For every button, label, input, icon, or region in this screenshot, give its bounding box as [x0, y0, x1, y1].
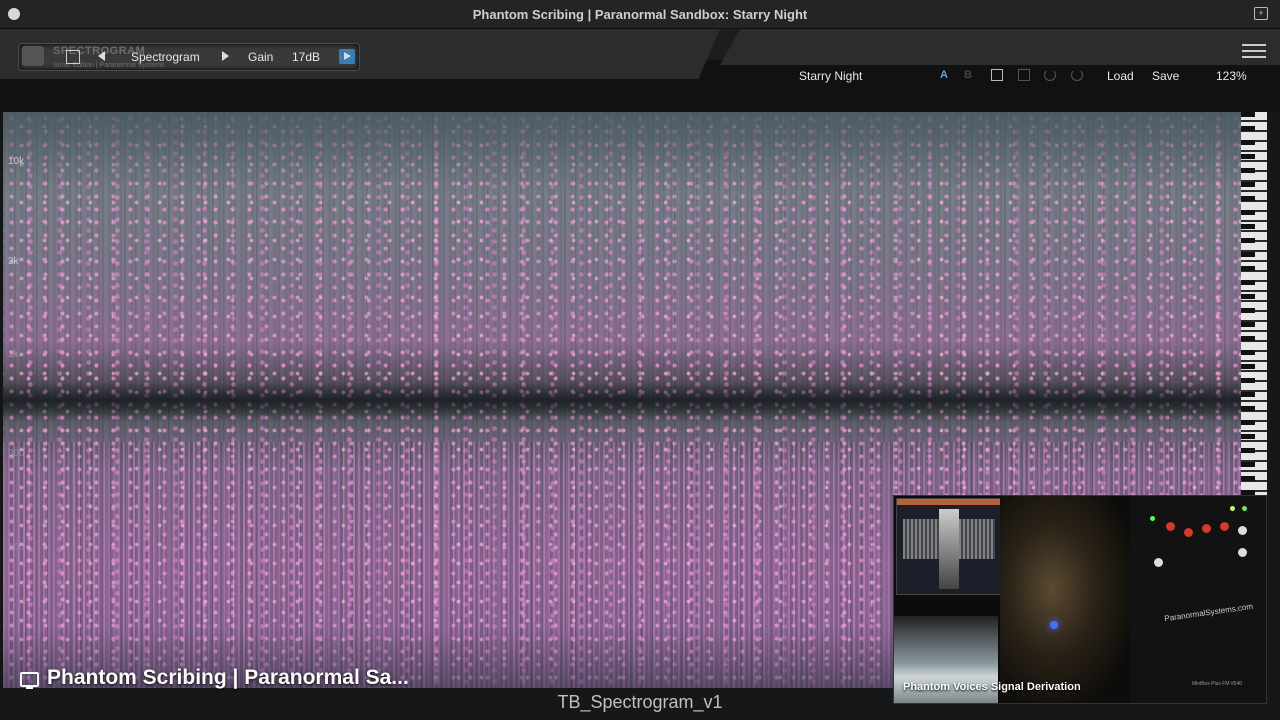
slot-a-button[interactable]: A: [940, 69, 948, 81]
stream-title: Phantom Scribing | Paranormal Sa...: [47, 666, 409, 689]
spectrogram-top-fade: [3, 112, 1241, 192]
pip-monitor: [896, 498, 1002, 595]
pip-knob-3: [1202, 524, 1211, 533]
pip-monitor-bar: [897, 499, 1001, 505]
slot-b-button[interactable]: B: [964, 69, 972, 81]
pip-blue-led: [1050, 621, 1058, 629]
pip-knob-2: [1184, 528, 1193, 537]
redo-icon[interactable]: [1071, 69, 1083, 81]
prev-view-button[interactable]: [98, 51, 105, 61]
save-button[interactable]: Save: [1152, 69, 1179, 83]
toolbar-right-band: [720, 29, 1280, 65]
freq-label-3k: 3k: [8, 256, 19, 267]
view-selector[interactable]: Spectrogram: [131, 50, 200, 64]
freq-label-100: 100: [8, 542, 25, 553]
window-title: Phantom Scribing | Paranormal Sandbox: S…: [472, 7, 808, 22]
spectrogram-dark-band: [3, 382, 1241, 422]
zoom-level[interactable]: 123%: [1216, 69, 1247, 83]
gain-label: Gain: [248, 50, 274, 64]
pip-room-view: [1000, 496, 1130, 703]
pip-led-1: [1150, 516, 1155, 521]
play-button[interactable]: [339, 49, 355, 64]
undo-icon[interactable]: [1044, 69, 1056, 81]
paste-icon[interactable]: [1018, 69, 1030, 81]
pip-device-brand: ParanormalSystems.com: [1163, 601, 1254, 624]
crop-icon[interactable]: [66, 50, 80, 64]
next-view-button[interactable]: [222, 51, 229, 61]
pip-device-model: MiniBox Plus FM #540: [1192, 681, 1243, 687]
camera-pip: ParanormalSystems.com MiniBox Plus FM #5…: [893, 495, 1267, 704]
preset-name[interactable]: Starry Night: [799, 69, 862, 83]
pip-monitor-meter: [939, 509, 959, 589]
screen-share-icon: [20, 672, 39, 689]
pip-device: ParanormalSystems.com MiniBox Plus FM #5…: [1130, 496, 1266, 703]
plugin-logo: [22, 46, 44, 66]
fullscreen-icon[interactable]: +: [1254, 7, 1268, 20]
pip-knob-5: [1238, 526, 1247, 535]
freq-label-1k: 1k: [8, 349, 19, 360]
pip-knob-7: [1238, 548, 1247, 557]
hamburger-menu-icon[interactable]: [1242, 44, 1266, 58]
right-edge: [1267, 112, 1280, 688]
pip-led-2: [1230, 506, 1235, 511]
pip-knob-6: [1154, 558, 1163, 567]
freq-label-300: 300: [8, 448, 25, 459]
pip-knob-1: [1166, 522, 1175, 531]
window-titlebar: Phantom Scribing | Paranormal Sandbox: S…: [0, 0, 1280, 29]
pip-knob-4: [1220, 522, 1229, 531]
pip-caption: Phantom Voices Signal Derivation: [903, 681, 1081, 693]
gain-value[interactable]: 17dB: [292, 50, 320, 64]
pip-led-3: [1242, 506, 1247, 511]
copy-icon[interactable]: [991, 69, 1003, 81]
load-button[interactable]: Load: [1107, 69, 1134, 83]
freq-label-10k: 10k: [8, 156, 25, 167]
